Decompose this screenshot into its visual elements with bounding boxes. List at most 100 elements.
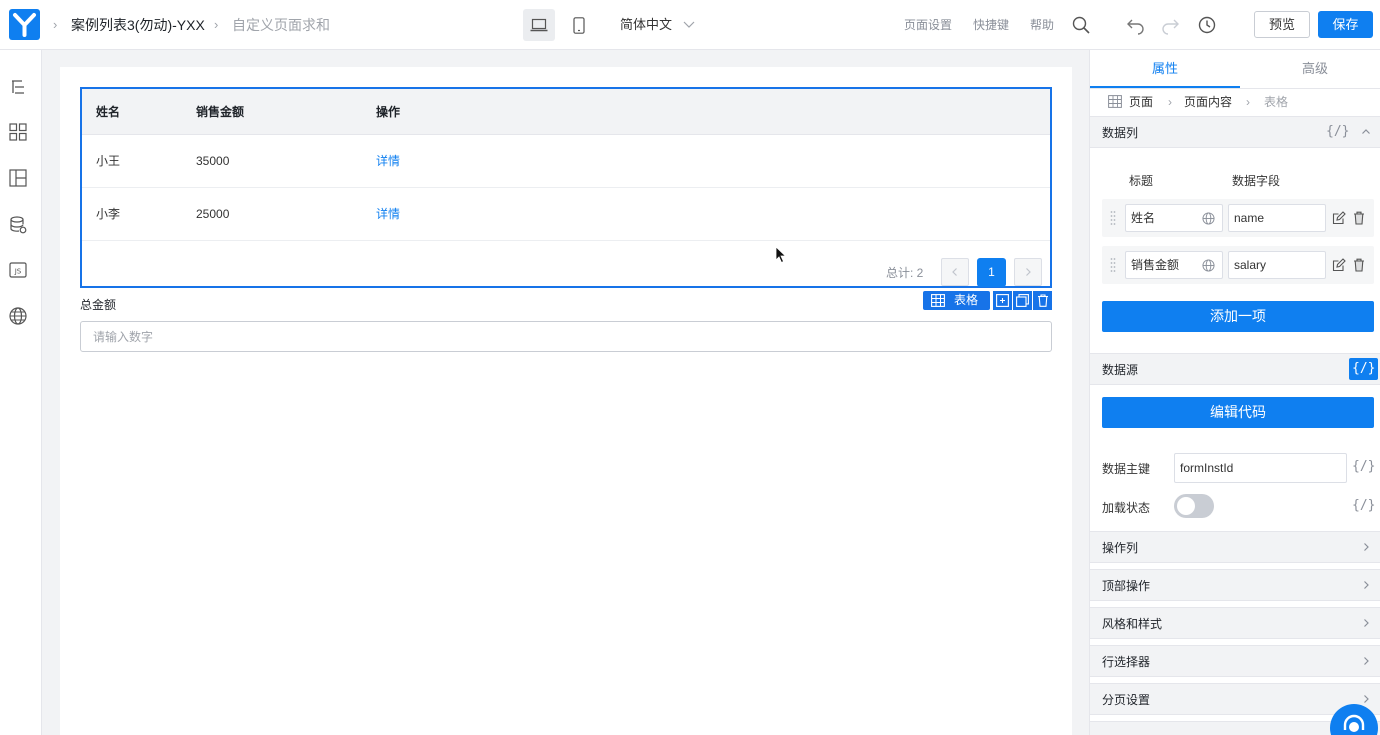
save-button[interactable]: 保存 xyxy=(1318,11,1373,38)
left-toolbar: JS xyxy=(0,50,42,735)
cell-name: 小王 xyxy=(96,154,121,168)
desktop-view-button[interactable] xyxy=(523,9,555,41)
drag-handle-icon[interactable] xyxy=(1110,257,1116,273)
table-row: 小王 35000 详情 xyxy=(82,135,1050,188)
column-field-input[interactable]: salary xyxy=(1228,251,1326,279)
help-link[interactable]: 帮助 xyxy=(1030,17,1054,33)
next-page-button[interactable] xyxy=(1014,258,1042,286)
outline-tree-icon[interactable] xyxy=(8,77,28,97)
components-grid-icon[interactable] xyxy=(8,122,28,142)
app-logo[interactable] xyxy=(9,9,40,40)
column-field-input[interactable]: name xyxy=(1228,204,1326,232)
history-icon[interactable] xyxy=(1197,15,1217,35)
tab-properties[interactable]: 属性 xyxy=(1090,50,1240,88)
primary-key-label: 数据主键 xyxy=(1102,462,1151,476)
search-icon[interactable] xyxy=(1071,15,1091,35)
table-row: 小李 25000 详情 xyxy=(82,188,1050,241)
section-data-columns[interactable]: 数据列 {/} xyxy=(1090,116,1380,148)
column-header: 姓名 xyxy=(96,105,121,119)
trash-icon[interactable] xyxy=(1353,258,1365,272)
section-top-actions[interactable]: 顶部操作 xyxy=(1090,569,1380,601)
mobile-view-button[interactable] xyxy=(563,9,595,41)
add-column-button[interactable]: 添加一项 xyxy=(1102,301,1374,332)
section-operation-column[interactable]: 操作列 xyxy=(1090,531,1380,563)
chevron-down-icon xyxy=(683,21,695,28)
trash-icon xyxy=(1037,294,1048,307)
section-style[interactable]: 风格和样式 xyxy=(1090,607,1380,639)
shortcuts-link[interactable]: 快捷键 xyxy=(973,17,1009,33)
chevron-left-icon xyxy=(952,268,957,276)
section-title: 风格和样式 xyxy=(1102,617,1163,631)
section-title: 行选择器 xyxy=(1102,655,1151,669)
mobile-icon xyxy=(573,16,585,34)
column-title-header: 标题 xyxy=(1129,174,1154,188)
breadcrumb-item[interactable]: 页面 xyxy=(1129,94,1153,110)
chevron-right-icon: › xyxy=(214,17,219,32)
column-title-input[interactable]: 销售金额 xyxy=(1125,251,1223,279)
edit-icon[interactable] xyxy=(1332,211,1346,225)
data-table[interactable]: 姓名 销售金额 操作 小王 35000 详情 小李 25000 详情 总计: 2… xyxy=(80,87,1052,288)
mouse-cursor-icon xyxy=(775,246,787,264)
details-link[interactable]: 详情 xyxy=(376,206,400,222)
loading-state-toggle[interactable] xyxy=(1174,494,1214,518)
chevron-right-icon xyxy=(1364,619,1369,627)
chevron-right-icon xyxy=(1026,268,1031,276)
table-icon xyxy=(931,294,945,307)
edit-icon[interactable] xyxy=(1332,258,1346,272)
chevron-right-icon xyxy=(1364,581,1369,589)
properties-panel: 属性 高级 页面 › 页面内容 › 表格 数据列 {/} 标题 数据字段 姓名 … xyxy=(1089,50,1380,735)
insert-component-button[interactable] xyxy=(993,291,1012,310)
code-binding-icon[interactable]: {/} xyxy=(1326,123,1349,141)
drag-handle-icon[interactable] xyxy=(1110,210,1116,226)
selected-component-name: 表格 xyxy=(954,293,979,307)
details-link[interactable]: 详情 xyxy=(376,153,400,169)
column-title-input[interactable]: 姓名 xyxy=(1125,204,1223,232)
copy-component-button[interactable] xyxy=(1013,291,1032,310)
column-header: 销售金额 xyxy=(196,105,245,119)
chevron-right-icon: › xyxy=(1246,95,1250,109)
section-row-selector[interactable]: 行选择器 xyxy=(1090,645,1380,677)
breadcrumb-item[interactable]: 页面内容 xyxy=(1184,94,1232,110)
breadcrumb-app[interactable]: 案例列表3(勿动)-YXX xyxy=(71,16,205,34)
js-code-icon[interactable]: JS xyxy=(8,260,28,280)
section-data-source[interactable]: 数据源 {/} xyxy=(1090,353,1380,385)
delete-component-button[interactable] xyxy=(1033,291,1052,310)
breadcrumb-page[interactable]: 自定义页面求和 xyxy=(232,16,330,34)
primary-key-input[interactable]: formInstId xyxy=(1174,453,1347,483)
chevron-up-icon[interactable] xyxy=(1361,127,1371,137)
selected-component-tag[interactable]: 表格 xyxy=(923,291,990,310)
section-title: 数据源 xyxy=(1102,363,1139,377)
language-select[interactable]: 简体中文 xyxy=(620,17,672,33)
globe-icon[interactable] xyxy=(8,306,28,326)
page-settings-link[interactable]: 页面设置 xyxy=(904,17,952,33)
table-header: 姓名 销售金额 操作 xyxy=(82,89,1050,135)
trash-icon[interactable] xyxy=(1353,211,1365,225)
data-source-icon[interactable] xyxy=(8,215,28,235)
column-title-value: 销售金额 xyxy=(1131,258,1180,272)
prev-page-button[interactable] xyxy=(941,258,969,286)
column-header: 操作 xyxy=(376,105,401,119)
section-title: 数据列 xyxy=(1102,126,1139,140)
total-amount-input[interactable] xyxy=(80,321,1052,352)
total-amount-label: 总金额 xyxy=(80,298,117,312)
chevron-right-icon xyxy=(1364,695,1369,703)
toggle-knob xyxy=(1177,497,1195,515)
edit-code-button[interactable]: 编辑代码 xyxy=(1102,397,1374,428)
redo-icon[interactable] xyxy=(1160,15,1180,35)
current-page-button[interactable]: 1 xyxy=(977,258,1006,287)
divider xyxy=(1090,88,1380,89)
top-bar: › 案例列表3(勿动)-YXX › 自定义页面求和 简体中文 页面设置 快捷键 … xyxy=(0,0,1380,50)
svg-text:JS: JS xyxy=(14,268,22,276)
cell-amount: 35000 xyxy=(196,154,230,168)
layout-icon[interactable] xyxy=(8,168,28,188)
code-binding-icon[interactable]: {/} xyxy=(1352,458,1375,476)
breadcrumb-current: 表格 xyxy=(1264,95,1289,109)
code-binding-icon[interactable]: {/} xyxy=(1352,497,1375,515)
tab-advanced[interactable]: 高级 xyxy=(1240,50,1380,88)
undo-icon[interactable] xyxy=(1126,15,1146,35)
globe-icon[interactable] xyxy=(1202,212,1215,225)
preview-button[interactable]: 预览 xyxy=(1254,11,1310,38)
code-binding-icon[interactable]: {/} xyxy=(1349,358,1379,380)
total-count: 总计: 2 xyxy=(886,266,924,280)
globe-icon[interactable] xyxy=(1202,259,1215,272)
